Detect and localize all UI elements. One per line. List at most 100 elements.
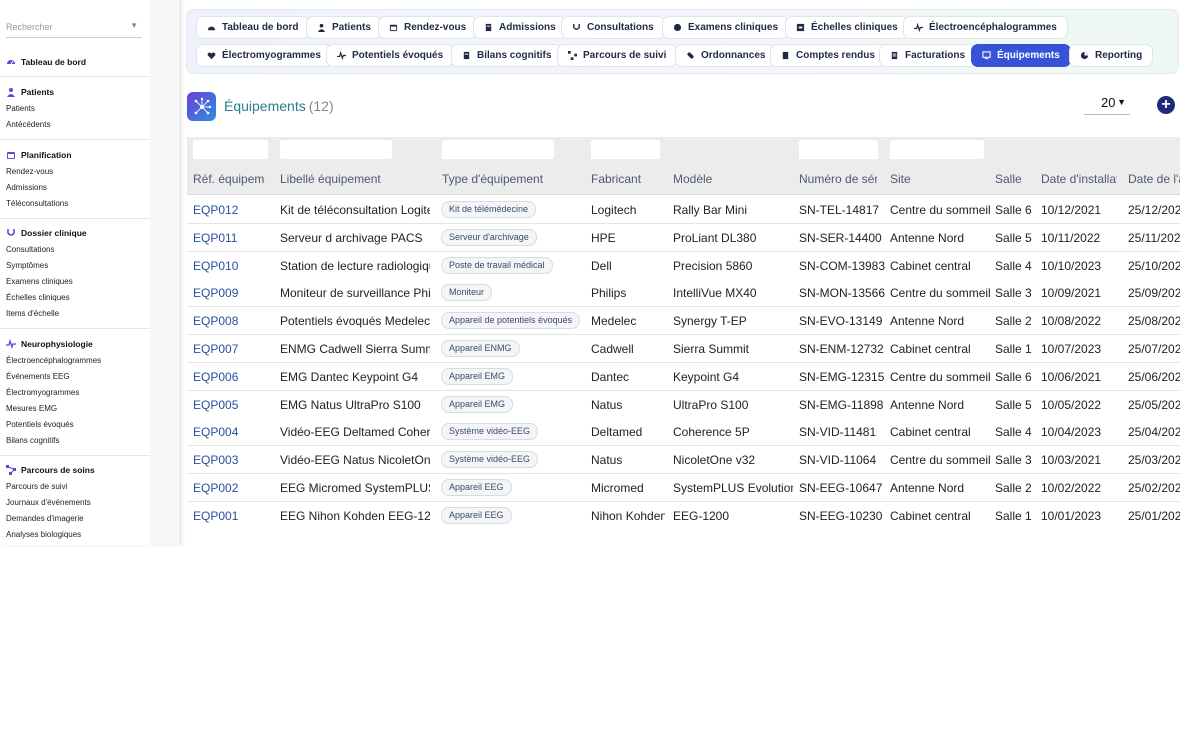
sidebar-item-bilans-cognitifs[interactable]: Bilans cognitifs bbox=[0, 433, 150, 449]
table-row[interactable]: EQP004 Vidéo-EEG Deltamed Coherence Systèm… bbox=[187, 418, 1180, 447]
equipment-ref-link[interactable]: EQP007 bbox=[193, 342, 271, 356]
equipment-ref-link[interactable]: EQP010 bbox=[193, 259, 271, 273]
tab-patients[interactable]: Patients bbox=[306, 16, 382, 39]
sidebar-section-header[interactable]: Parcours de soins bbox=[0, 463, 150, 477]
sidebar-section-header[interactable]: Neurophysiologie bbox=[0, 337, 150, 351]
table-row[interactable]: EQP012 Kit de téléconsultation Logitech Ki… bbox=[187, 196, 1180, 224]
table-row[interactable]: EQP009 Moniteur de surveillance Philips Mo… bbox=[187, 279, 1180, 308]
equipment-ref-link[interactable]: EQP001 bbox=[193, 509, 271, 523]
tab-equipements[interactable]: Équipements bbox=[971, 44, 1071, 67]
sidebar-item-items-echelle[interactable]: Items d'échelle bbox=[0, 306, 150, 322]
tab-potentiels-evoques[interactable]: Potentiels évoqués bbox=[326, 44, 455, 67]
sidebar-item-rendez-vous[interactable]: Rendez-vous bbox=[0, 164, 150, 180]
table-row[interactable]: EQP007 ENMG Cadwell Sierra Summit Appareil… bbox=[187, 335, 1180, 363]
sidebar-item-echelles-cliniques[interactable]: Échelles cliniques bbox=[0, 290, 150, 306]
tab-parcours-de-suivi[interactable]: Parcours de suivi bbox=[557, 44, 678, 67]
sidebar-item-emg[interactable]: Électromyogrammes bbox=[0, 385, 150, 401]
chevron-down-icon[interactable]: ▼ bbox=[130, 21, 138, 30]
tab-rendez-vous[interactable]: Rendez-vous bbox=[378, 16, 478, 39]
site-cell: Antenne Nord bbox=[890, 230, 965, 245]
invoice-icon bbox=[891, 51, 898, 60]
equipment-ref-link[interactable]: EQP008 bbox=[193, 314, 271, 328]
room-cell: Salle 5 bbox=[995, 397, 1032, 412]
search-input[interactable]: Rechercher ▼ bbox=[6, 16, 142, 38]
column-header[interactable]: Site bbox=[890, 172, 980, 186]
sidebar-section-header[interactable]: Planification bbox=[0, 148, 150, 162]
sidebar-section-header[interactable]: Patients bbox=[0, 85, 150, 99]
sidebar-item-parcours-suivi[interactable]: Parcours de suivi bbox=[0, 479, 150, 495]
column-header[interactable]: Modèle bbox=[673, 172, 783, 186]
tab-bilans-cognitifs[interactable]: Bilans cognitifs bbox=[451, 44, 563, 67]
filter-label[interactable] bbox=[280, 140, 392, 159]
column-header[interactable]: Salle bbox=[995, 172, 1035, 186]
column-header[interactable]: Numéro de série bbox=[799, 172, 877, 186]
equipment-ref-link[interactable]: EQP003 bbox=[193, 453, 271, 467]
filter-serial[interactable] bbox=[799, 140, 878, 159]
filter-maker[interactable] bbox=[591, 140, 660, 159]
sidebar-item-potentiels-evoques[interactable]: Potentiels évoqués bbox=[0, 417, 150, 433]
date-cell: 25/05/2022 bbox=[1128, 397, 1180, 412]
tab-tableau-de-bord[interactable]: Tableau de bord bbox=[196, 16, 310, 39]
sidebar-item-evenements-eeg[interactable]: Événements EEG bbox=[0, 369, 150, 385]
column-header[interactable]: Type d'équipement bbox=[442, 172, 582, 186]
table-row[interactable]: EQP008 Potentiels évoqués Medelec Appareil… bbox=[187, 307, 1180, 336]
sidebar-item-journaux[interactable]: Journaux d'événements bbox=[0, 495, 150, 511]
table-row[interactable]: EQP010 Station de lecture radiologique Pos… bbox=[187, 251, 1180, 280]
sidebar-item-consultations[interactable]: Consultations bbox=[0, 242, 150, 258]
tab-eeg[interactable]: Électroencéphalogrammes bbox=[903, 16, 1068, 39]
heart-icon bbox=[207, 52, 216, 60]
sidebar-item-antecedents[interactable]: Antécédents bbox=[0, 117, 150, 133]
room-cell: Salle 2 bbox=[995, 481, 1032, 495]
column-header[interactable]: Date de l'a bbox=[1128, 172, 1180, 186]
add-equipment-button[interactable]: + bbox=[1157, 96, 1175, 114]
table-row[interactable]: EQP006 EMG Dantec Keypoint G4 Appareil EMG… bbox=[187, 362, 1180, 391]
table-row[interactable]: EQP011 Serveur d archivage PACS Serveur d'… bbox=[187, 223, 1180, 252]
tab-examens-cliniques[interactable]: Examens cliniques bbox=[662, 16, 790, 39]
tab-echelles-cliniques[interactable]: Échelles cliniques bbox=[785, 16, 909, 39]
sidebar-item-analyses[interactable]: Analyses biologiques bbox=[0, 527, 150, 543]
date-cell: 25/08/2022 bbox=[1128, 314, 1180, 329]
table-row[interactable]: EQP002 EEG Micromed SystemPLUS Appareil EE… bbox=[187, 474, 1180, 502]
sidebar-item-examens-cliniques[interactable]: Examens cliniques bbox=[0, 274, 150, 290]
equipment-ref-link[interactable]: EQP006 bbox=[193, 370, 271, 384]
equipment-ref-link[interactable]: EQP004 bbox=[193, 425, 271, 439]
sidebar-item-symptomes[interactable]: Symptômes bbox=[0, 258, 150, 274]
table-row[interactable]: EQP003 Vidéo-EEG Natus NicoletOne Système … bbox=[187, 446, 1180, 475]
model-cell: ProLiant DL380 bbox=[673, 230, 757, 245]
sidebar-item-eeg[interactable]: Électroencéphalogrammes bbox=[0, 353, 150, 369]
equipment-ref-link[interactable]: EQP012 bbox=[193, 203, 271, 217]
tab-ordonnances[interactable]: Ordonnances bbox=[675, 44, 777, 67]
equipment-ref-link[interactable]: EQP009 bbox=[193, 286, 271, 300]
tab-admissions[interactable]: Admissions bbox=[473, 16, 567, 39]
tab-emg[interactable]: Électromyogrammes bbox=[196, 44, 332, 67]
column-header[interactable]: Date d'installation bbox=[1041, 172, 1117, 186]
tab-consultations[interactable]: Consultations bbox=[561, 16, 665, 39]
tab-facturations[interactable]: Facturations bbox=[879, 44, 977, 67]
column-header[interactable]: Fabricant bbox=[591, 172, 661, 186]
filter-ref[interactable] bbox=[193, 140, 268, 159]
filter-type[interactable] bbox=[442, 140, 554, 159]
sidebar-item-mesures-emg[interactable]: Mesures EMG bbox=[0, 401, 150, 417]
equipment-ref-link[interactable]: EQP002 bbox=[193, 481, 271, 495]
table-row[interactable]: EQP005 EMG Natus UltraPro S100 Appareil EM… bbox=[187, 390, 1180, 419]
sidebar-item-dashboard[interactable]: Tableau de bord bbox=[0, 55, 150, 69]
column-header[interactable]: Libellé équipement bbox=[280, 172, 430, 186]
equipment-label: Kit de téléconsultation Logitech bbox=[280, 203, 430, 217]
maker-cell: HPE bbox=[591, 230, 616, 245]
sidebar-item-imagerie[interactable]: Demandes d'imagerie bbox=[0, 511, 150, 527]
sidebar-item-patients[interactable]: Patients bbox=[0, 101, 150, 117]
column-header[interactable]: Réf. équipement bbox=[193, 172, 265, 186]
model-cell: Precision 5860 bbox=[673, 258, 753, 273]
room-cell: Salle 6 bbox=[995, 369, 1032, 384]
sidebar-item-teleconsultations[interactable]: Téléconsultations bbox=[0, 196, 150, 212]
tab-reporting[interactable]: Reporting bbox=[1069, 44, 1154, 67]
table-row[interactable]: EQP001 EEG Nihon Kohden EEG-1200 Appareil … bbox=[187, 501, 1180, 529]
sidebar-item-admissions[interactable]: Admissions bbox=[0, 180, 150, 196]
filter-site[interactable] bbox=[890, 140, 984, 159]
tab-comptes-rendus[interactable]: Comptes rendus bbox=[770, 44, 886, 67]
equipment-ref-link[interactable]: EQP005 bbox=[193, 398, 271, 412]
page-size-select[interactable]: 20 ▼ bbox=[1084, 95, 1130, 115]
equipment-ref-link[interactable]: EQP011 bbox=[193, 231, 271, 245]
date-cell: 25/03/2021 bbox=[1128, 453, 1180, 468]
sidebar-section-header[interactable]: Dossier clinique bbox=[0, 226, 150, 240]
